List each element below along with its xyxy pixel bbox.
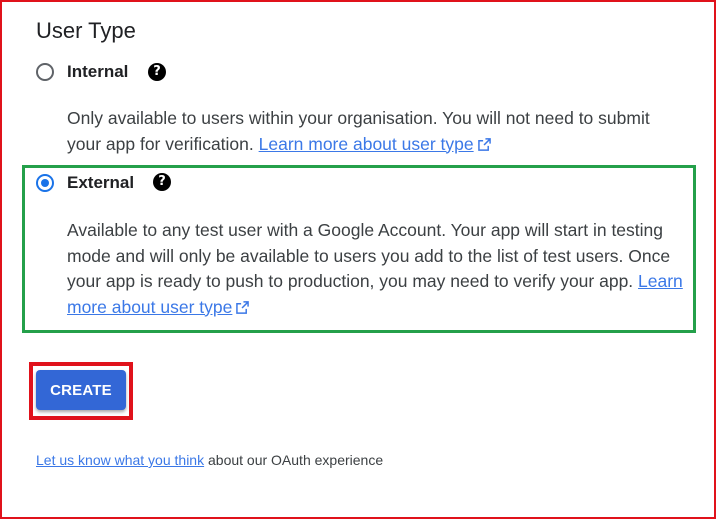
open-in-new-icon[interactable] — [236, 300, 250, 314]
section-title: User Type — [36, 18, 136, 43]
option-description-external: Available to any test user with a Google… — [67, 218, 685, 320]
option-label-external: External — [67, 173, 135, 192]
option-label-internal: Internal — [67, 62, 129, 81]
feedback-link[interactable]: Let us know what you think — [36, 452, 204, 468]
feedback-line: Let us know what you think about our OAu… — [36, 452, 383, 468]
help-circle-icon[interactable]: ? — [148, 63, 166, 81]
radio-external[interactable] — [36, 174, 54, 192]
create-button[interactable]: CREATE — [36, 370, 126, 410]
learn-more-link-internal[interactable]: Learn more about user type — [259, 134, 474, 154]
feedback-suffix: about our OAuth experience — [204, 452, 384, 468]
radio-internal[interactable] — [36, 63, 54, 81]
help-circle-icon[interactable]: ? — [153, 173, 171, 191]
open-in-new-icon[interactable] — [477, 137, 491, 151]
description-text-external: Available to any test user with a Google… — [67, 220, 671, 291]
option-description-internal: Only available to users within your orga… — [67, 106, 667, 157]
